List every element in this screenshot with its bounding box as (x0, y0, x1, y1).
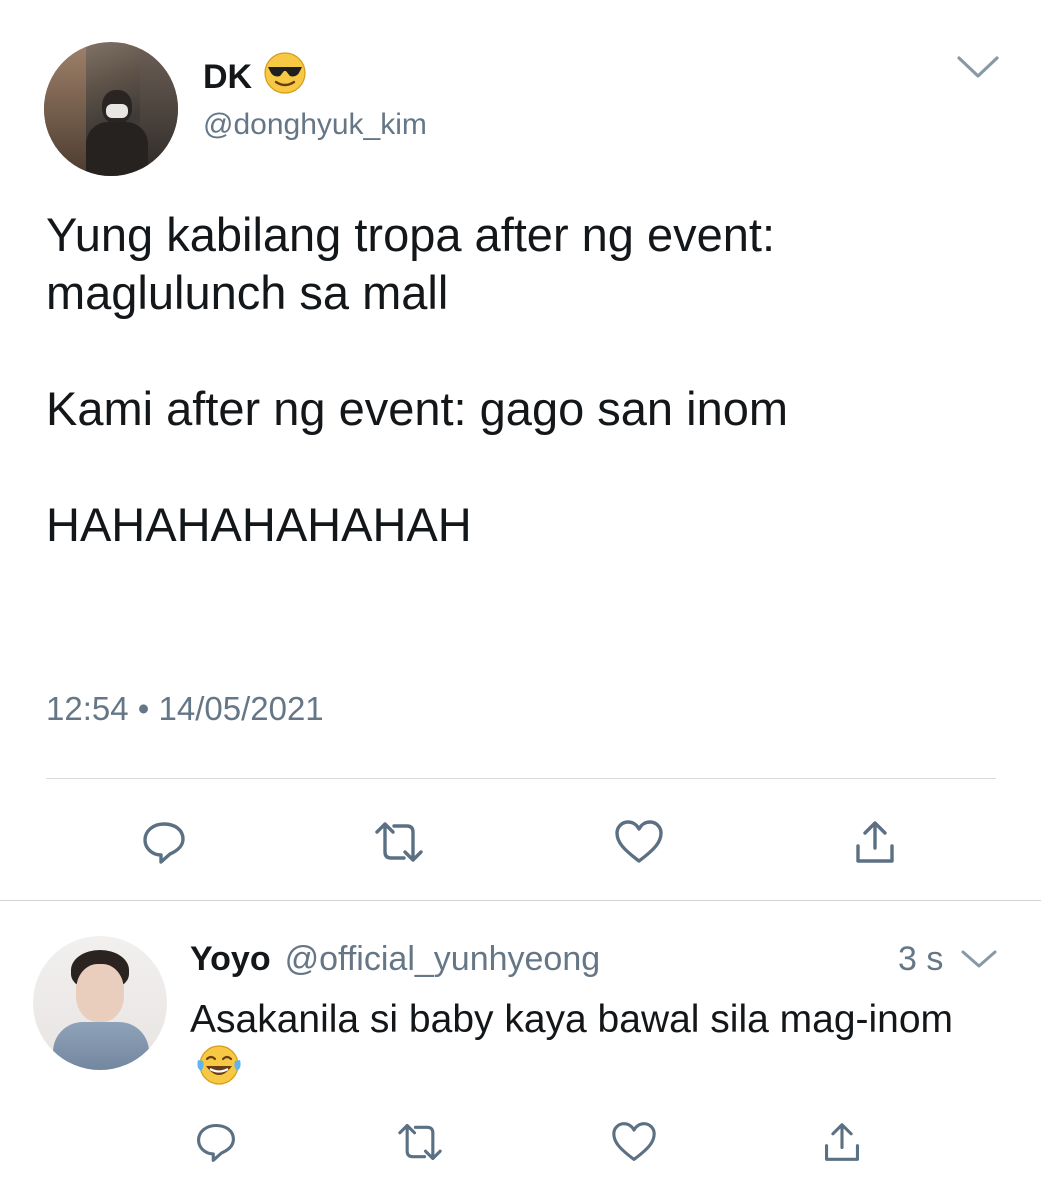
reply-author-avatar[interactable] (33, 936, 167, 1070)
tweet-date: 14/05/2021 (158, 690, 324, 727)
author-name[interactable]: DK (203, 58, 252, 97)
reply-author-name[interactable]: Yoyo (190, 940, 271, 979)
reply-icon[interactable] (134, 812, 194, 872)
timestamp-separator: • (137, 690, 150, 727)
chevron-down-icon[interactable] (956, 54, 1000, 80)
divider (46, 778, 996, 779)
face-with-tears-of-joy-emoji-icon (196, 1044, 242, 1098)
tweet-time: 12:54 (46, 690, 129, 727)
share-icon[interactable] (845, 812, 905, 872)
retweet-icon[interactable] (390, 1112, 450, 1172)
chevron-down-icon[interactable] (960, 948, 998, 970)
reply-actions (0, 1112, 1041, 1172)
author-avatar[interactable] (44, 42, 178, 176)
reply-text: Asakanila si baby kaya bawal sila mag-in… (190, 996, 990, 1098)
tweet-text: Yung kabilang tropa after ng event: magl… (46, 208, 788, 551)
reply-text-content: Asakanila si baby kaya bawal sila mag-in… (190, 998, 954, 1041)
smiling-face-with-sunglasses-emoji-icon (264, 52, 306, 103)
author-handle[interactable]: @donghyuk_kim (203, 108, 427, 142)
reply-header: Yoyo @official_yunhyeong (190, 940, 600, 979)
share-icon[interactable] (812, 1112, 872, 1172)
reply-author-handle[interactable]: @official_yunhyeong (285, 940, 601, 979)
tweet-timestamp: 12:54 • 14/05/2021 (46, 690, 324, 728)
section-divider (0, 900, 1041, 901)
reply-time: 3 s (898, 940, 944, 978)
like-icon[interactable] (609, 812, 669, 872)
reply-icon[interactable] (186, 1112, 246, 1172)
main-tweet: DK @donghyuk_kim Yung kabilang tropa aft… (0, 0, 1041, 900)
tweet-actions (0, 812, 1041, 872)
like-icon[interactable] (604, 1112, 664, 1172)
retweet-icon[interactable] (369, 812, 429, 872)
author-name-row[interactable]: DK (203, 52, 306, 103)
